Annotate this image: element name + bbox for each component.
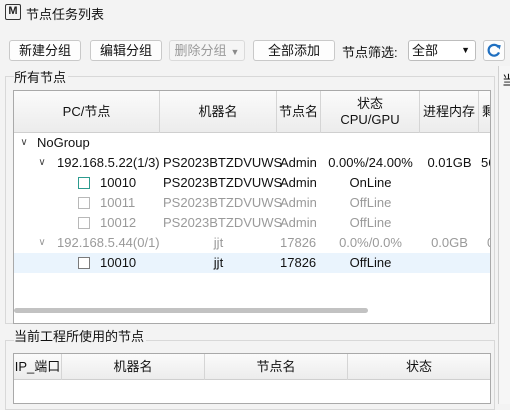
node-name: Admin bbox=[280, 195, 317, 210]
refresh-button[interactable] bbox=[483, 40, 505, 61]
node-name: Admin bbox=[280, 175, 317, 190]
node-port: 10011 bbox=[100, 195, 136, 210]
table-header: IP_端口 机器名 节点名 状态 bbox=[14, 354, 490, 380]
add-all-button[interactable]: 全部添加 bbox=[253, 40, 335, 61]
tree-row-pc[interactable]: ∨ 192.168.5.22(1/3) PS2023BTZDVUWS Admin… bbox=[14, 153, 490, 173]
chevron-down-icon: ▼ bbox=[230, 47, 240, 57]
column-status[interactable]: 状态 bbox=[348, 354, 490, 380]
node-filter-select[interactable]: 全部 ▼ bbox=[408, 40, 476, 61]
app-icon: M bbox=[5, 4, 21, 20]
node-checkbox[interactable] bbox=[78, 257, 90, 269]
process-memory: 0.0GB bbox=[431, 235, 468, 250]
window-title: 节点任务列表 bbox=[26, 7, 105, 22]
node-status: OffLine bbox=[349, 195, 392, 210]
node-port: 10010 bbox=[100, 255, 137, 270]
title-bar: M 节点任务列表 bbox=[0, 0, 510, 26]
machine-name: PS2023BTZDVUWS bbox=[163, 215, 283, 230]
column-pc-node[interactable]: PC/节点 bbox=[14, 91, 160, 133]
column-node-name[interactable]: 节点名 bbox=[205, 354, 348, 380]
node-port: 10010 bbox=[100, 175, 137, 190]
column-machine[interactable]: 机器名 bbox=[62, 354, 205, 380]
cpu-gpu-status: 0.00%/24.00% bbox=[328, 155, 413, 170]
horizontal-scrollbar[interactable] bbox=[14, 308, 368, 313]
node-status: OffLine bbox=[349, 255, 392, 270]
all-nodes-title: 所有节点 bbox=[14, 67, 69, 86]
chevron-down-icon[interactable]: ∨ bbox=[18, 133, 30, 153]
tree-row-node[interactable]: 10012 PS2023BTZDVUWS Admin OffLine bbox=[14, 213, 490, 233]
tree-row-node[interactable]: 10010 PS2023BTZDVUWS Admin OnLine bbox=[14, 173, 490, 193]
refresh-icon bbox=[487, 43, 501, 57]
node-checkbox[interactable] bbox=[78, 177, 90, 189]
machine-name: jjt bbox=[213, 235, 224, 250]
node-name: 17826 bbox=[280, 235, 317, 250]
right-side-panel bbox=[498, 66, 510, 404]
cpu-gpu-status: 0.0%/0.0% bbox=[339, 235, 402, 250]
column-extra[interactable]: 剩 bbox=[479, 91, 490, 133]
chevron-down-icon: ▼ bbox=[461, 45, 470, 55]
project-nodes-title: 当前工程所使用的节点 bbox=[14, 326, 147, 345]
pc-address: 192.168.5.44(0/1) bbox=[57, 235, 160, 250]
node-filter-value: 全部 bbox=[412, 43, 439, 58]
tree-row-group[interactable]: ∨ NoGroup bbox=[14, 133, 490, 153]
group-name: NoGroup bbox=[37, 135, 90, 150]
node-port: 10012 bbox=[100, 215, 137, 230]
extra-value: 0 bbox=[487, 233, 490, 253]
pc-address: 192.168.5.22(1/3) bbox=[57, 155, 160, 170]
extra-value: 56 bbox=[481, 155, 490, 170]
edit-group-button[interactable]: 编辑分组 bbox=[90, 40, 162, 61]
chevron-down-icon[interactable]: ∨ bbox=[36, 153, 48, 173]
column-ip-port[interactable]: IP_端口 bbox=[14, 354, 62, 380]
tree-row-node-selected[interactable]: 10010 jjt 17826 OffLine bbox=[14, 253, 490, 273]
node-checkbox[interactable] bbox=[78, 197, 90, 209]
all-nodes-tree[interactable]: PC/节点 机器名 节点名 状态 CPU/GPU 进程内存 剩 ∨ NoGrou… bbox=[13, 90, 491, 324]
delete-group-label: 删除分组 bbox=[174, 43, 227, 58]
right-panel-label: 当 bbox=[502, 73, 510, 88]
machine-name: jjt bbox=[213, 255, 224, 270]
node-status: OffLine bbox=[349, 215, 392, 230]
table-header: PC/节点 机器名 节点名 状态 CPU/GPU 进程内存 剩 bbox=[14, 91, 490, 133]
machine-name: PS2023BTZDVUWS bbox=[163, 175, 283, 190]
column-machine[interactable]: 机器名 bbox=[160, 91, 277, 133]
column-node-name[interactable]: 节点名 bbox=[277, 91, 321, 133]
node-name: Admin bbox=[280, 155, 317, 170]
column-status[interactable]: 状态 CPU/GPU bbox=[321, 91, 420, 133]
chevron-down-icon[interactable]: ∨ bbox=[36, 233, 48, 253]
column-memory[interactable]: 进程内存 bbox=[420, 91, 479, 133]
tree-row-node[interactable]: 10011 PS2023BTZDVUWS Admin OffLine bbox=[14, 193, 490, 213]
node-name: Admin bbox=[280, 215, 317, 230]
machine-name: PS2023BTZDVUWS bbox=[163, 155, 283, 170]
project-nodes-table[interactable]: IP_端口 机器名 节点名 状态 bbox=[13, 353, 491, 404]
node-status: OnLine bbox=[349, 175, 392, 190]
tree-row-pc[interactable]: ∨ 192.168.5.44(0/1) jjt 17826 0.0%/0.0% … bbox=[14, 233, 490, 253]
delete-group-dropdown[interactable]: 删除分组 ▼ bbox=[169, 40, 245, 61]
machine-name: PS2023BTZDVUWS bbox=[163, 195, 283, 210]
node-filter-label: 节点筛选: bbox=[342, 45, 398, 60]
new-group-button[interactable]: 新建分组 bbox=[9, 40, 81, 61]
process-memory: 0.01GB bbox=[427, 155, 472, 170]
node-checkbox[interactable] bbox=[78, 217, 90, 229]
node-name: 17826 bbox=[280, 255, 317, 270]
